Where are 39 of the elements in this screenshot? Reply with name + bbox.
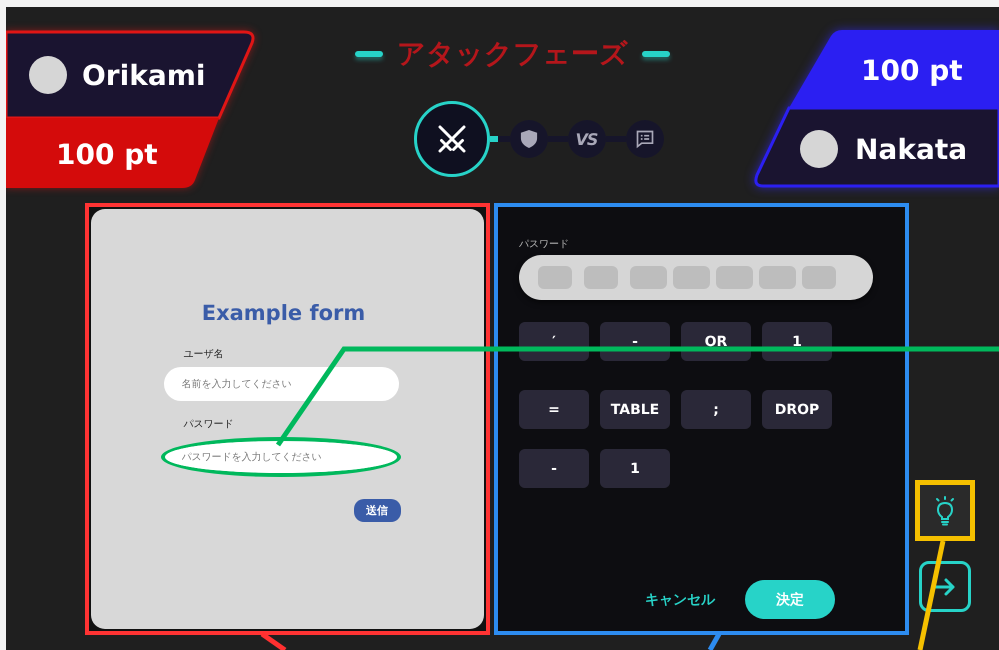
empty-slot (802, 266, 836, 289)
password-slots-field[interactable] (519, 255, 873, 300)
token-button[interactable]: TABLE (600, 390, 670, 429)
empty-slot (630, 266, 667, 289)
player-score: 100 pt (56, 138, 158, 170)
input-field[interactable]: 名前を入力してください (164, 367, 398, 401)
empty-slot (759, 266, 796, 289)
field-label: パスワード (184, 418, 234, 431)
token-button[interactable]: - (519, 449, 589, 488)
token-button[interactable]: DROP (762, 390, 832, 429)
empty-slot (538, 266, 572, 289)
submit-button[interactable]: 送信 (354, 499, 400, 522)
token-button[interactable]: 1 (600, 449, 670, 488)
arrow-right-icon (934, 576, 956, 596)
input-field[interactable]: パスワードを入力してください (160, 437, 400, 477)
player-name: Orikami (82, 58, 206, 92)
empty-slot (673, 266, 710, 289)
title-dash (355, 51, 383, 57)
phase-title: アタックフェーズ (397, 36, 628, 72)
versus-label: VS (576, 130, 598, 148)
form-title: Example form (200, 301, 366, 325)
player-name: Nakata (855, 132, 968, 166)
shield-icon (520, 129, 538, 149)
player-score: 100 pt (861, 54, 963, 86)
empty-slot (584, 266, 618, 289)
title-dash (642, 51, 670, 57)
step-connector (490, 136, 510, 142)
phase-step[interactable]: VS (568, 120, 606, 158)
phase-step[interactable] (510, 120, 548, 158)
field-label: ユーザ名 (184, 348, 224, 361)
chat-list-icon (634, 129, 654, 149)
phase-step[interactable] (626, 120, 664, 158)
field-label: パスワード (519, 238, 570, 251)
lightbulb-icon (934, 496, 956, 526)
empty-slot (716, 266, 753, 289)
cancel-button[interactable]: キャンセル (645, 590, 715, 608)
next-button[interactable] (919, 561, 971, 612)
token-button[interactable]: = (519, 390, 589, 429)
token-button[interactable]: ; (681, 390, 751, 429)
